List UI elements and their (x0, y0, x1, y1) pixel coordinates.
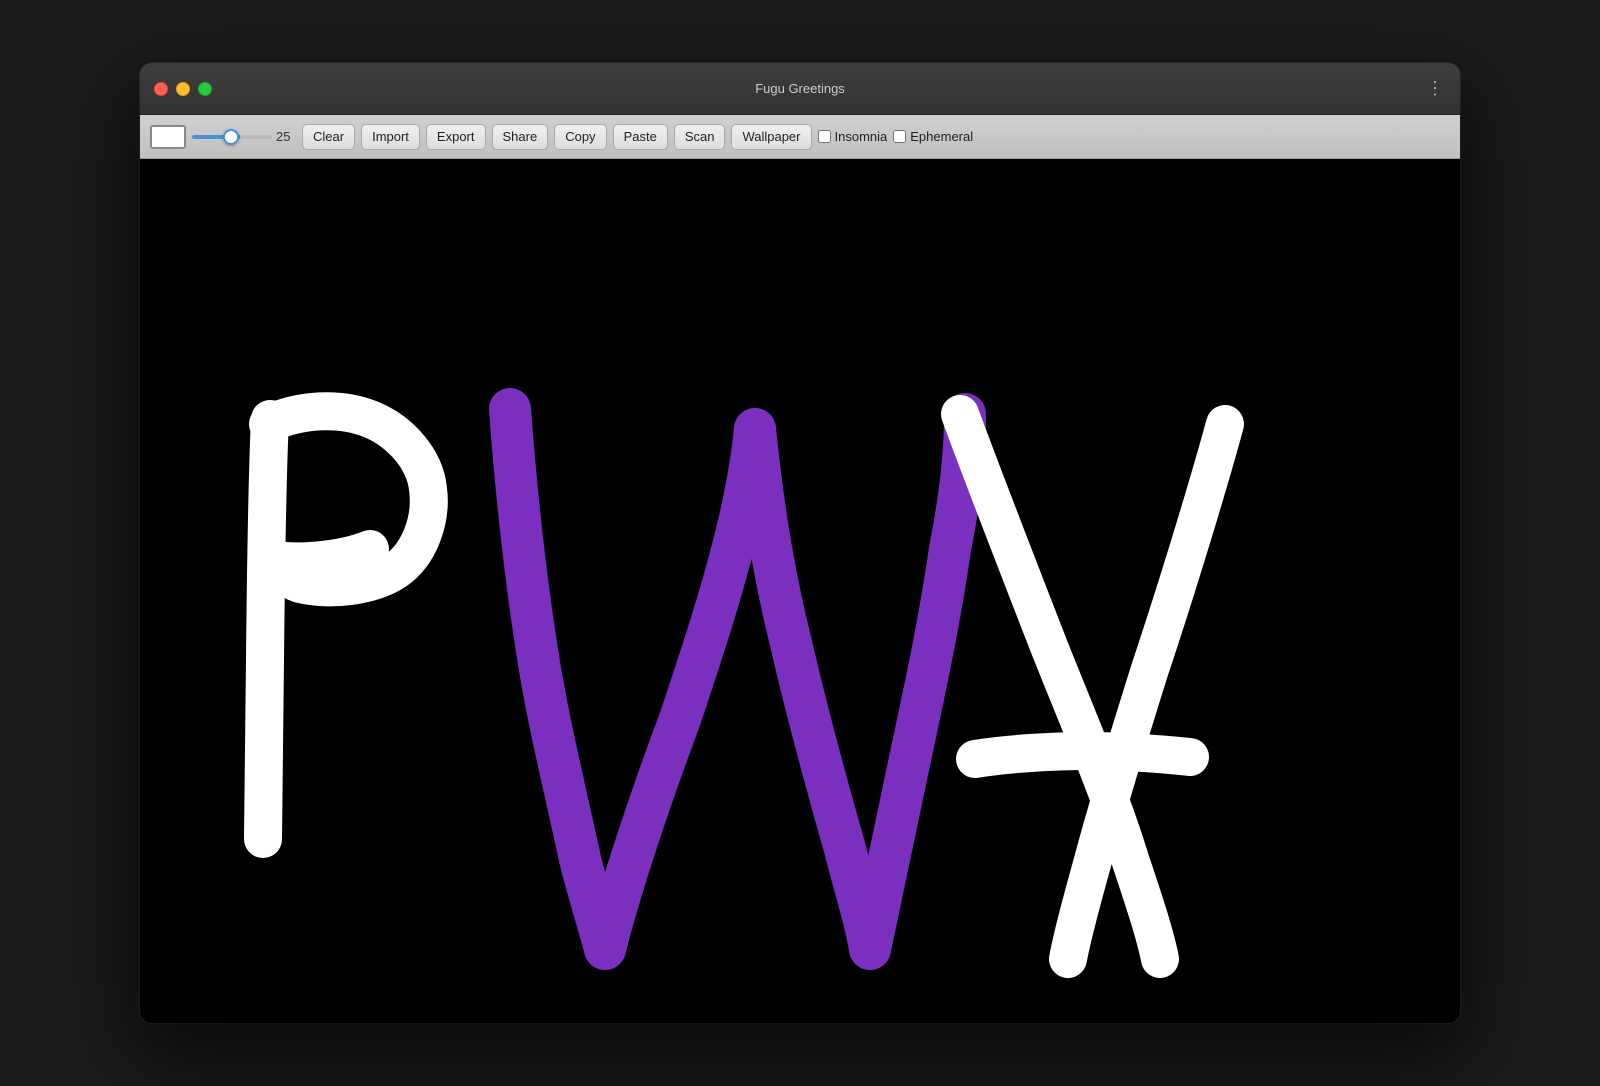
app-window: Fugu Greetings ⋮ 25 Clear Import Export … (140, 63, 1460, 1023)
menu-dots-button[interactable]: ⋮ (1426, 78, 1446, 99)
ephemeral-checkbox-label[interactable]: Ephemeral (893, 129, 973, 144)
close-button[interactable] (154, 82, 168, 96)
canvas-area[interactable] (140, 159, 1460, 1023)
brush-size-slider[interactable] (192, 135, 272, 139)
color-picker[interactable] (150, 125, 186, 149)
insomnia-checkbox[interactable] (818, 130, 831, 143)
share-button[interactable]: Share (492, 124, 549, 150)
clear-button[interactable]: Clear (302, 124, 355, 150)
export-button[interactable]: Export (426, 124, 486, 150)
toolbar: 25 Clear Import Export Share Copy Paste … (140, 115, 1460, 159)
insomnia-checkbox-label[interactable]: Insomnia (818, 129, 888, 144)
traffic-lights (154, 82, 212, 96)
scan-button[interactable]: Scan (674, 124, 726, 150)
brush-size-container: 25 (192, 129, 296, 144)
brush-size-value: 25 (276, 129, 296, 144)
maximize-button[interactable] (198, 82, 212, 96)
minimize-button[interactable] (176, 82, 190, 96)
import-button[interactable]: Import (361, 124, 420, 150)
window-title: Fugu Greetings (755, 81, 845, 96)
drawing-canvas[interactable] (140, 159, 1460, 1023)
paste-button[interactable]: Paste (613, 124, 668, 150)
insomnia-label: Insomnia (835, 129, 888, 144)
ephemeral-checkbox[interactable] (893, 130, 906, 143)
wallpaper-button[interactable]: Wallpaper (731, 124, 811, 150)
copy-button[interactable]: Copy (554, 124, 606, 150)
ephemeral-label: Ephemeral (910, 129, 973, 144)
title-bar: Fugu Greetings ⋮ (140, 63, 1460, 115)
